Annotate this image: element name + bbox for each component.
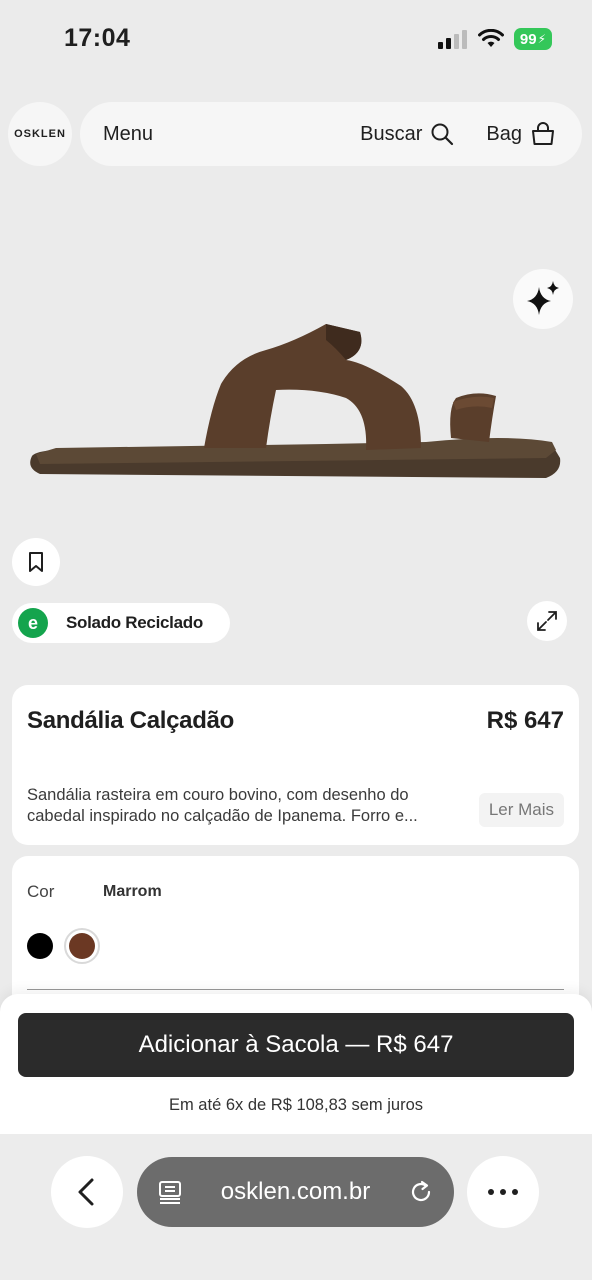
- installments-text: Em até 6x de R$ 108,83 sem juros: [168, 1096, 424, 1114]
- charging-icon: ⚡: [537, 32, 546, 46]
- expand-icon: [537, 611, 557, 631]
- battery-indicator: 99 ⚡: [513, 28, 552, 50]
- search-label: Buscar: [360, 122, 423, 145]
- expand-image-button[interactable]: [527, 601, 567, 641]
- product-image[interactable]: [26, 318, 566, 488]
- wifi-icon: [477, 29, 504, 47]
- search-button[interactable]: Buscar: [360, 122, 454, 146]
- color-swatch-brown-fill: [69, 933, 95, 959]
- bag-icon: [532, 122, 554, 145]
- bag-button[interactable]: Bag: [486, 121, 556, 147]
- more-options-button[interactable]: [467, 1156, 539, 1228]
- color-label: Cor: [27, 882, 55, 901]
- divider: [27, 989, 564, 990]
- color-swatch-brown[interactable]: [64, 928, 100, 964]
- header-bar: Menu Buscar Bag: [80, 102, 582, 166]
- product-name: Sandália Calçadão: [27, 707, 234, 734]
- eco-icon: e: [18, 608, 48, 638]
- product-description: Sandália rasteira em couro bovino, com d…: [27, 786, 418, 825]
- read-more-button[interactable]: Ler Mais: [478, 793, 564, 827]
- brand-logo[interactable]: OSKLEN: [8, 102, 72, 166]
- battery-level: 99: [519, 30, 537, 48]
- signal-icon: [437, 30, 467, 49]
- page-menu-icon[interactable]: [157, 1179, 183, 1205]
- back-button[interactable]: [51, 1156, 123, 1228]
- recycled-sole-badge: e Solado Reciclado: [12, 603, 230, 643]
- color-swatch-black[interactable]: [27, 933, 53, 959]
- sparkle-icon: [527, 281, 559, 315]
- bag-label: Bag: [486, 122, 522, 145]
- menu-button[interactable]: Menu: [103, 123, 153, 146]
- selected-color: Marrom: [103, 883, 162, 900]
- bookmark-button[interactable]: [12, 538, 60, 586]
- add-to-bag-button[interactable]: Adicionar à Sacola — R$ 647: [18, 1013, 574, 1077]
- reload-icon[interactable]: [408, 1179, 434, 1205]
- product-price: R$ 647: [486, 707, 564, 734]
- badge-label: Solado Reciclado: [66, 613, 203, 632]
- address-bar[interactable]: osklen.com.br: [137, 1157, 454, 1227]
- search-icon: [431, 123, 454, 146]
- url-text: osklen.com.br: [220, 1178, 371, 1205]
- bookmark-icon: [29, 552, 43, 572]
- product-info-card: Sandália Calçadão R$ 647 Sandália rastei…: [12, 685, 579, 845]
- status-time: 17:04: [64, 24, 131, 52]
- more-icon: [488, 1189, 518, 1195]
- status-icons: 99 ⚡: [437, 28, 552, 50]
- chevron-left-icon: [78, 1178, 94, 1206]
